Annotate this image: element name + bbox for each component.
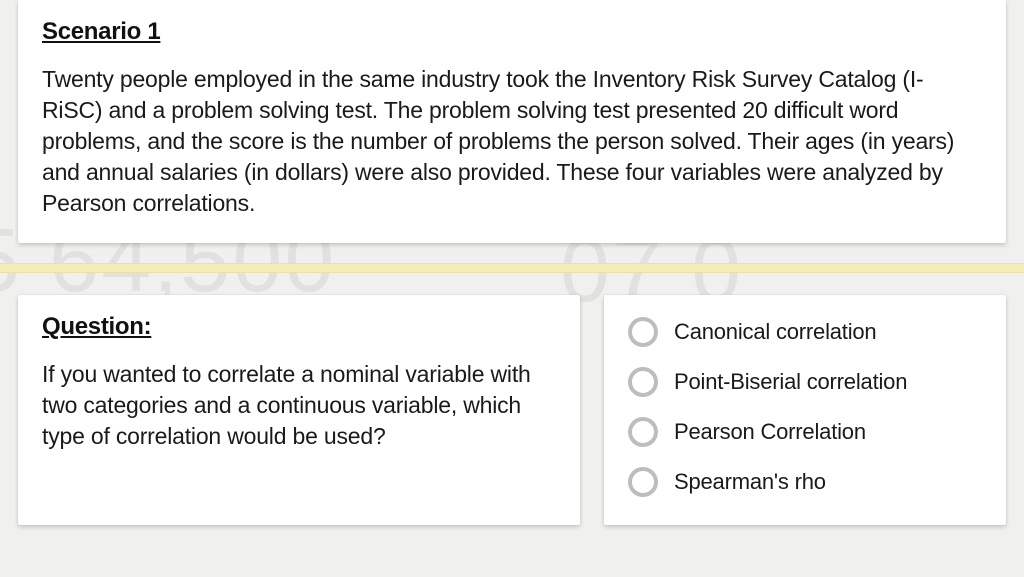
scenario-body: Twenty people employed in the same indus… [42,64,982,219]
question-card: Question: If you wanted to correlate a n… [18,295,580,525]
radio-icon [628,317,658,347]
question-body: If you wanted to correlate a nominal var… [42,359,556,452]
option-label: Spearman's rho [674,469,826,495]
option-point-biserial[interactable]: Point-Biserial correlation [628,367,982,397]
option-label: Point-Biserial correlation [674,369,907,395]
radio-icon [628,417,658,447]
option-spearman[interactable]: Spearman's rho [628,467,982,497]
options-card: Canonical correlation Point-Biserial cor… [604,295,1006,525]
option-pearson[interactable]: Pearson Correlation [628,417,982,447]
question-heading: Question: [42,313,556,341]
radio-icon [628,467,658,497]
scenario-card: Scenario 1 Twenty people employed in the… [18,0,1006,243]
radio-icon [628,367,658,397]
option-label: Canonical correlation [674,319,876,345]
divider-band [0,263,1024,273]
option-label: Pearson Correlation [674,419,866,445]
option-canonical[interactable]: Canonical correlation [628,317,982,347]
bottom-row: Question: If you wanted to correlate a n… [0,295,1024,525]
scenario-heading: Scenario 1 [42,18,982,46]
